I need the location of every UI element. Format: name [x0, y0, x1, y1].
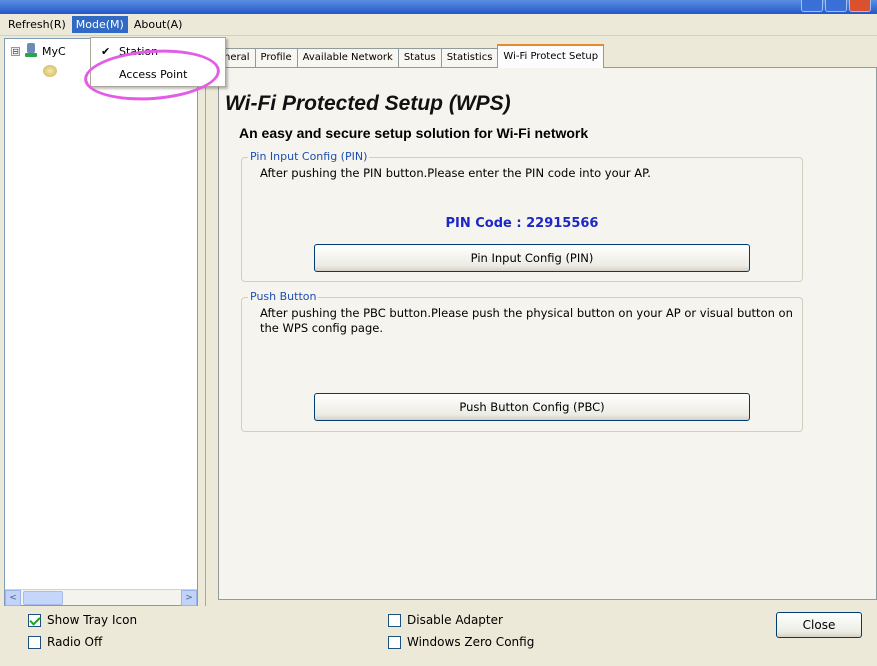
minimize-button[interactable] — [801, 0, 823, 12]
menu-refresh[interactable]: Refresh(R) — [4, 16, 70, 33]
disable-adapter-label: Disable Adapter — [407, 613, 503, 627]
radio-off-label: Radio Off — [47, 635, 103, 649]
panel-splitter[interactable] — [200, 38, 206, 606]
tab-statistics[interactable]: Statistics — [440, 48, 499, 68]
close-button[interactable]: Close — [776, 612, 862, 638]
checkmark-icon: ✔ — [101, 44, 111, 58]
page-title: Wi-Fi Protected Setup (WPS) — [225, 92, 511, 115]
push-button-group: Push Button After pushing the PBC button… — [241, 290, 803, 432]
disable-adapter-option[interactable]: Disable Adapter — [388, 609, 534, 631]
window-controls — [801, 0, 871, 12]
pin-config-group: Pin Input Config (PIN) After pushing the… — [241, 150, 803, 282]
tree-root-label: MyC — [42, 44, 66, 58]
radio-off-checkbox[interactable] — [28, 635, 41, 649]
windows-zero-config-label: Windows Zero Config — [407, 635, 535, 649]
pbc-group-legend: Push Button — [248, 290, 319, 303]
scroll-thumb[interactable] — [23, 590, 63, 605]
wps-content-panel: Wi-Fi Protected Setup (WPS) An easy and … — [218, 67, 877, 600]
radio-off-option[interactable]: Radio Off — [28, 631, 137, 653]
disable-adapter-checkbox[interactable] — [388, 613, 401, 627]
tab-status[interactable]: Status — [397, 48, 442, 68]
show-tray-icon-checkbox[interactable] — [28, 613, 41, 627]
tab-wifi-protect-setup[interactable]: Wi-Fi Protect Setup — [497, 44, 605, 68]
tree-root-node[interactable]: ⊟ MyC — [11, 43, 66, 59]
menu-bar: Refresh(R) Mode(M) About(A) — [0, 14, 877, 36]
tab-profile[interactable]: Profile — [254, 48, 298, 68]
pin-instructions: After pushing the PIN button.Please ente… — [260, 166, 651, 180]
scroll-left-icon[interactable]: < — [5, 589, 21, 606]
pin-input-config-button[interactable]: Pin Input Config (PIN) — [314, 244, 750, 272]
page-subtitle: An easy and secure setup solution for Wi… — [239, 125, 589, 141]
pbc-instructions: After pushing the PBC button.Please push… — [260, 306, 793, 335]
windows-zero-config-checkbox[interactable] — [388, 635, 401, 649]
tree-collapse-icon[interactable]: ⊟ — [11, 46, 20, 56]
windows-zero-config-option[interactable]: Windows Zero Config — [388, 631, 534, 653]
push-button-config-button[interactable]: Push Button Config (PBC) — [314, 393, 750, 421]
window-titlebar — [0, 0, 877, 14]
tab-strip: neral Profile Available Network Status S… — [218, 44, 605, 68]
show-tray-icon-option[interactable]: Show Tray Icon — [28, 609, 137, 631]
window-close-button[interactable] — [849, 0, 871, 12]
tab-available-network[interactable]: Available Network — [296, 48, 399, 68]
maximize-button[interactable] — [825, 0, 847, 12]
pin-group-legend: Pin Input Config (PIN) — [248, 150, 370, 163]
scroll-right-icon[interactable]: > — [181, 589, 197, 606]
tree-horizontal-scrollbar[interactable]: < > — [5, 589, 197, 606]
device-tree-panel: ⊟ MyC < > — [4, 38, 198, 606]
bottom-mid-options: Disable Adapter Windows Zero Config — [388, 609, 534, 657]
menu-mode[interactable]: Mode(M) — [71, 16, 128, 33]
menu-about[interactable]: About(A) — [130, 16, 187, 33]
show-tray-icon-label: Show Tray Icon — [47, 613, 138, 627]
bottom-left-options: Show Tray Icon Radio Off — [28, 609, 137, 657]
pin-code-value: PIN Code : 22915566 — [445, 216, 599, 231]
computer-icon — [24, 43, 38, 59]
adapter-icon[interactable] — [43, 65, 57, 77]
